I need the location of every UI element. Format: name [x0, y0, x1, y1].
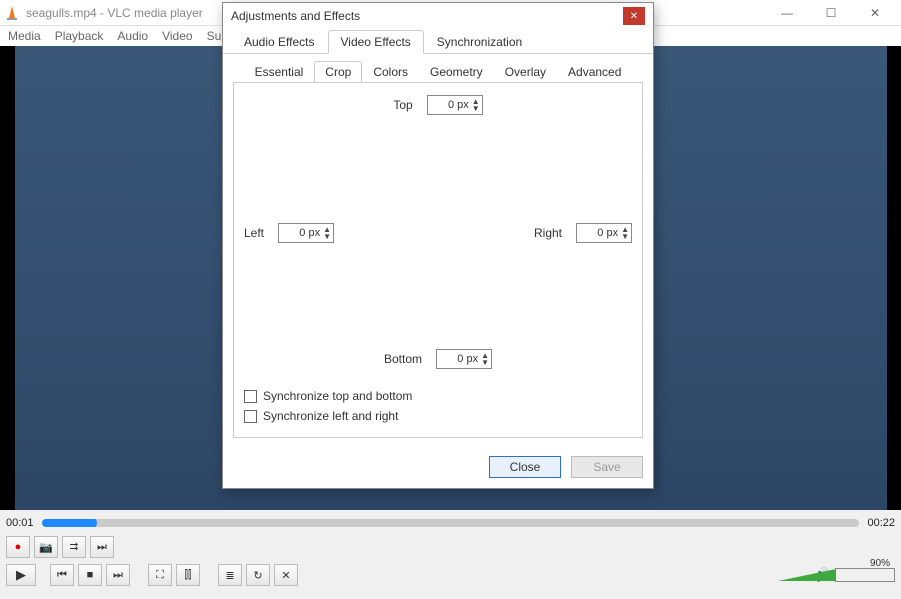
menu-playback[interactable]: Playback: [55, 29, 104, 43]
crop-left-label: Left: [244, 226, 264, 240]
spin-down-icon[interactable]: ▼: [621, 233, 629, 240]
window-minimize-button[interactable]: —: [775, 6, 799, 20]
snapshot-button[interactable]: 📷: [34, 536, 58, 558]
dialog-close-button[interactable]: ✕: [623, 7, 645, 25]
seek-bar[interactable]: [42, 519, 860, 527]
window-maximize-button[interactable]: ☐: [819, 6, 843, 20]
dialog-button-row: Close Save: [223, 448, 653, 488]
vlc-cone-icon: [4, 5, 20, 21]
spin-down-icon[interactable]: ▼: [472, 105, 480, 112]
crop-bottom-spinbox[interactable]: 0 px ▲▼: [436, 349, 492, 369]
crop-panel: Top 0 px ▲▼ Left 0 px ▲▼ Right 0 px ▲▼: [233, 82, 643, 438]
subtab-advanced[interactable]: Advanced: [557, 61, 632, 83]
crop-right-value: 0 px: [581, 227, 621, 239]
sync-top-bottom-row[interactable]: Synchronize top and bottom: [244, 389, 632, 403]
window-close-button[interactable]: ✕: [863, 6, 887, 20]
crop-top-label: Top: [393, 98, 412, 112]
dialog-title: Adjustments and Effects: [231, 9, 623, 23]
crop-bottom-value: 0 px: [441, 353, 481, 365]
seek-thumb[interactable]: [85, 519, 97, 527]
playlist-button[interactable]: ≣: [218, 564, 242, 586]
tab-video-effects[interactable]: Video Effects: [328, 30, 424, 54]
crop-top-spinbox[interactable]: 0 px ▲▼: [427, 95, 483, 115]
toolbar-rec-row: ● 📷 ⮆ ⏭: [0, 534, 901, 560]
spin-down-icon[interactable]: ▼: [323, 233, 331, 240]
frame-step-button[interactable]: ⏭: [90, 536, 114, 558]
sync-top-bottom-label: Synchronize top and bottom: [263, 389, 412, 403]
volume-fill: [778, 569, 836, 581]
subtab-overlay[interactable]: Overlay: [494, 61, 557, 83]
subtab-geometry[interactable]: Geometry: [419, 61, 494, 83]
crop-top-value: 0 px: [432, 99, 472, 111]
subtab-crop[interactable]: Crop: [314, 61, 362, 83]
video-effects-subtabs: Essential Crop Colors Geometry Overlay A…: [223, 54, 653, 82]
dialog-tabs: Audio Effects Video Effects Synchronizat…: [223, 29, 653, 54]
loop-button[interactable]: ↻: [246, 564, 270, 586]
sync-top-bottom-checkbox[interactable]: [244, 390, 257, 403]
volume-slider[interactable]: 90%: [835, 568, 895, 582]
dialog-titlebar[interactable]: Adjustments and Effects ✕: [223, 3, 653, 29]
play-button[interactable]: ▶: [6, 564, 36, 586]
time-current: 00:01: [6, 517, 34, 529]
save-button: Save: [571, 456, 643, 478]
seek-row: 00:01 00:22: [0, 514, 901, 532]
crop-left-spinbox[interactable]: 0 px ▲▼: [278, 223, 334, 243]
loop-ab-button[interactable]: ⮆: [62, 536, 86, 558]
next-button[interactable]: ⏭: [106, 564, 130, 586]
fullscreen-button[interactable]: ⛶: [148, 564, 172, 586]
volume-percent: 90%: [870, 558, 890, 569]
extended-settings-button[interactable]: ⫿⫿: [176, 564, 200, 586]
menu-video[interactable]: Video: [162, 29, 192, 43]
sync-left-right-checkbox[interactable]: [244, 410, 257, 423]
menu-media[interactable]: Media: [8, 29, 41, 43]
close-button[interactable]: Close: [489, 456, 561, 478]
volume-control[interactable]: 🔊 90%: [815, 567, 895, 583]
stop-button[interactable]: ■: [78, 564, 102, 586]
prev-button[interactable]: ⏮: [50, 564, 74, 586]
seek-fill: [42, 519, 91, 527]
shuffle-button[interactable]: ✕: [274, 564, 298, 586]
spin-down-icon[interactable]: ▼: [481, 359, 489, 366]
crop-right-label: Right: [534, 226, 562, 240]
toolbar-main-row: ▶ ⏮ ■ ⏭ ⛶ ⫿⫿ ≣ ↻ ✕ 🔊 90%: [0, 562, 901, 588]
crop-right-spinbox[interactable]: 0 px ▲▼: [576, 223, 632, 243]
adjustments-effects-dialog: Adjustments and Effects ✕ Audio Effects …: [222, 2, 654, 489]
sync-left-right-row[interactable]: Synchronize left and right: [244, 409, 632, 423]
sync-left-right-label: Synchronize left and right: [263, 409, 398, 423]
tab-synchronization[interactable]: Synchronization: [424, 30, 535, 54]
record-button[interactable]: ●: [6, 536, 30, 558]
tab-audio-effects[interactable]: Audio Effects: [231, 30, 328, 54]
subtab-colors[interactable]: Colors: [362, 61, 419, 83]
subtab-essential[interactable]: Essential: [244, 61, 315, 83]
crop-bottom-label: Bottom: [384, 352, 422, 366]
menu-audio[interactable]: Audio: [117, 29, 148, 43]
crop-left-value: 0 px: [283, 227, 323, 239]
time-total: 00:22: [867, 517, 895, 529]
